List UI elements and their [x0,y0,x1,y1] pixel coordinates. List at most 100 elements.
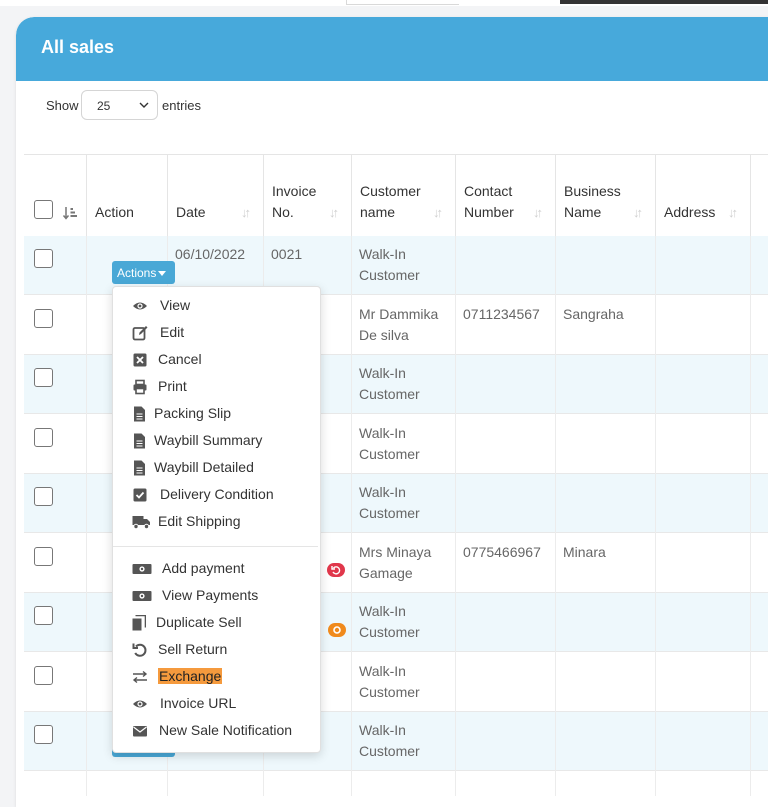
row-checkbox[interactable] [34,725,53,744]
exchange-icon [132,670,148,684]
menu-item-invoice-url[interactable]: Invoice URL [113,691,318,718]
col-customer-label: Customer name [360,181,421,223]
check-square-icon [133,488,147,502]
col-date[interactable]: Date ↓↑ [167,155,263,237]
cell-customer-line1: Walk-In [359,722,406,738]
col-invoice-label-2: No. [272,204,294,220]
column-divider [555,236,556,796]
menu-item-waybill-detailed[interactable]: Waybill Detailed [113,455,318,482]
cell-business: Minara [563,544,606,560]
exchange-badge[interactable] [328,623,346,637]
money-bill-icon [132,564,152,574]
col-invoice-label: Invoice No. [272,181,316,223]
cell-customer-line2: Customer [359,624,420,640]
return-badge[interactable] [327,563,345,577]
menu-item-label: Waybill Detailed [154,459,254,475]
circle-icon [333,626,341,634]
entries-select[interactable]: 25 [81,90,158,120]
cell-customer-line2: Customer [359,267,420,283]
col-customer-label-1: Customer [360,183,421,199]
menu-item-label: Sell Return [158,641,228,657]
cell-customer: Walk-In Customer [359,244,420,286]
cell-customer: Walk-In Customer [359,720,420,762]
cell-customer-line1: Walk-In [359,484,406,500]
col-select-all [24,155,86,237]
row-checkbox[interactable] [34,428,53,447]
menu-divider [113,546,318,547]
menu-item-view-payments[interactable]: View Payments [113,583,318,610]
menu-item-exchange[interactable]: Exchange [113,664,318,691]
menu-item-delivery-condition[interactable]: Delivery Condition [113,482,318,509]
menu-item-view[interactable]: View [113,293,318,320]
row-checkbox[interactable] [34,249,53,268]
menu-item-label: Waybill Summary [154,432,263,448]
menu-item-edit-shipping[interactable]: Edit Shipping [113,509,318,536]
col-business-label-2: Name [564,204,602,220]
col-invoice[interactable]: Invoice No. ↓↑ [263,155,351,237]
sort-icon: ↓↑ [633,205,643,220]
menu-item-add-payment[interactable]: Add payment [113,556,318,583]
undo-icon [331,566,341,575]
cell-customer-line1: Walk-In [359,246,406,262]
cell-customer: Walk-In Customer [359,482,420,524]
row-checkbox[interactable] [34,547,53,566]
cell-customer-line2: Gamage [359,565,413,581]
top-bar [0,0,768,6]
menu-item-label: Edit Shipping [158,513,241,529]
undo-icon [132,643,147,657]
menu-item-print[interactable]: Print [113,374,318,401]
menu-item-label: Invoice URL [160,695,237,711]
menu-item-edit[interactable]: Edit [113,320,318,347]
row-checkbox[interactable] [34,368,53,387]
actions-dropdown-button[interactable]: Actions [112,261,175,284]
copy-icon [132,615,146,631]
col-address[interactable]: Address ↓↑ [655,155,750,237]
column-divider [455,236,456,796]
cell-business: Sangraha [563,306,624,322]
cell-customer: Walk-In Customer [359,363,420,405]
sort-amount-icon[interactable] [62,205,78,221]
col-invoice-label-1: Invoice [272,183,317,199]
col-date-label: Date [176,204,206,220]
menu-item-new-sale-notification[interactable]: New Sale Notification [113,718,318,745]
row-checkbox[interactable] [34,487,53,506]
chevron-down-icon [139,102,149,108]
cell-contact: 0711234567 [463,306,540,322]
money-bill-icon [132,591,152,601]
cell-customer-line1: Mrs Minaya [359,544,432,560]
cell-customer-line1: Walk-In [359,663,406,679]
select-all-checkbox[interactable] [34,200,53,219]
col-business[interactable]: Business Name ↓↑ [555,155,655,237]
cell-customer-line1: Walk-In [359,365,406,381]
top-bar-tab [346,0,459,5]
envelope-icon [133,726,147,737]
card-title: All sales [41,37,115,57]
cell-customer-line2: Customer [359,743,420,759]
col-contact-label-2: Number [464,204,514,220]
menu-item-label: New Sale Notification [159,722,293,738]
card-header: All sales [16,17,768,81]
column-divider [750,236,751,796]
file-icon [134,406,145,422]
cell-customer-line2: Customer [359,684,420,700]
col-customer[interactable]: Customer name ↓↑ [351,155,455,237]
cell-customer-line1: Mr Dammika [359,306,439,322]
cell-contact: 0775466967 [463,544,541,560]
menu-item-waybill-summary[interactable]: Waybill Summary [113,428,318,455]
menu-item-label: View [160,297,191,313]
menu-item-label: Cancel [158,351,202,367]
entries-label: entries [162,98,202,113]
cell-customer-line1: Walk-In [359,425,406,441]
menu-item-packing-slip[interactable]: Packing Slip [113,401,318,428]
menu-item-label: Edit [160,324,185,340]
column-divider [351,236,352,796]
row-checkbox[interactable] [34,309,53,328]
menu-item-cancel[interactable]: Cancel [113,347,318,374]
menu-item-duplicate-sell[interactable]: Duplicate Sell [113,610,318,637]
row-checkbox[interactable] [34,606,53,625]
menu-item-sell-return[interactable]: Sell Return [113,637,318,664]
row-checkbox[interactable] [34,666,53,685]
col-contact[interactable]: Contact Number ↓↑ [455,155,555,237]
cell-customer: Walk-In Customer [359,601,420,643]
sort-icon: ↓↑ [241,205,251,220]
